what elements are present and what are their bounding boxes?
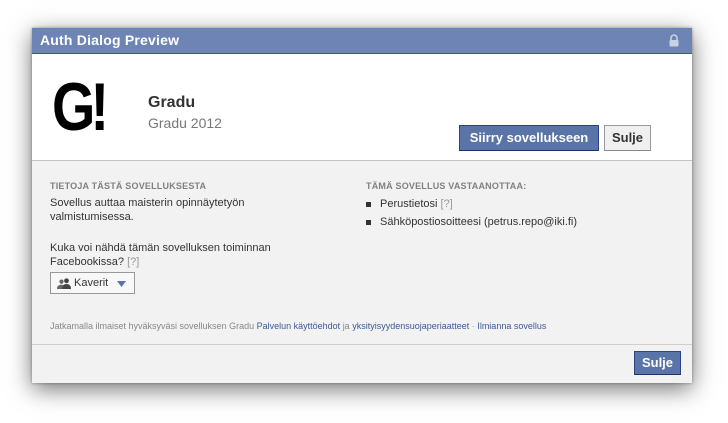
friends-icon [57,278,71,289]
about-heading: TIETOJA TÄSTÄ SOVELLUKSESTA [50,181,207,191]
dialog-title: Auth Dialog Preview [40,32,180,48]
audience-value: Kaverit [74,277,109,289]
go-to-app-button[interactable]: Siirry sovellukseen [459,125,599,151]
bullet-icon [366,220,371,225]
dialog-titlebar: Auth Dialog Preview [32,28,692,54]
app-name: Gradu [148,94,196,111]
permission-item: Perustietosi [?] [366,197,577,215]
visibility-help-link[interactable]: [?] [127,256,139,268]
auth-dialog: Auth Dialog Preview G! Gradu Gradu 2012 … [32,28,692,383]
terms-prefix: Jatkamalla ilmaiset hyväksyväsi sovelluk… [50,321,255,331]
permissions-list: Perustietosi [?] Sähköpostiosoitteesi (p… [366,197,577,233]
app-logo: G! [52,69,109,145]
footer-separator: · [471,321,475,331]
close-bottom-button[interactable]: Sulje [634,351,681,375]
lock-icon [669,34,679,47]
terms-notice: Jatkamalla ilmaiset hyväksyväsi sovelluk… [50,321,546,331]
close-button[interactable]: Sulje [604,125,651,151]
terms-link[interactable]: Palvelun käyttöehdot [257,321,341,331]
privacy-link[interactable]: yksityisyydensuojaperiaatteet [352,321,469,331]
permission-label: Sähköpostiosoitteesi (petrus.repo@iki.fi… [380,216,578,228]
terms-and: ja [342,321,350,331]
permission-help-link[interactable]: [?] [441,198,453,210]
permission-item: Sähköpostiosoitteesi (petrus.repo@iki.fi… [366,215,577,233]
permission-label: Perustietosi [380,198,438,210]
audience-selector[interactable]: Kaverit [50,272,135,294]
app-description: Sovellus auttaa maisterin opinnäytetyön … [50,197,245,223]
report-app-link[interactable]: Ilmianna sovellus [477,321,546,331]
dialog-body: TIETOJA TÄSTÄ SOVELLUKSESTA Sovellus aut… [32,161,692,345]
dialog-footer: Sulje [32,345,692,383]
bullet-icon [366,202,371,207]
visibility-question-text: Kuka voi nähdä tämän sovelluksen toiminn… [50,242,271,268]
visibility-question: Kuka voi nähdä tämän sovelluksen toiminn… [50,241,320,269]
app-subtitle: Gradu 2012 [148,115,222,131]
permissions-heading: TÄMÄ SOVELLUS VASTAANOTTAA: [366,181,527,191]
chevron-down-icon [117,281,126,287]
app-header: G! Gradu Gradu 2012 Siirry sovellukseen … [32,54,692,161]
